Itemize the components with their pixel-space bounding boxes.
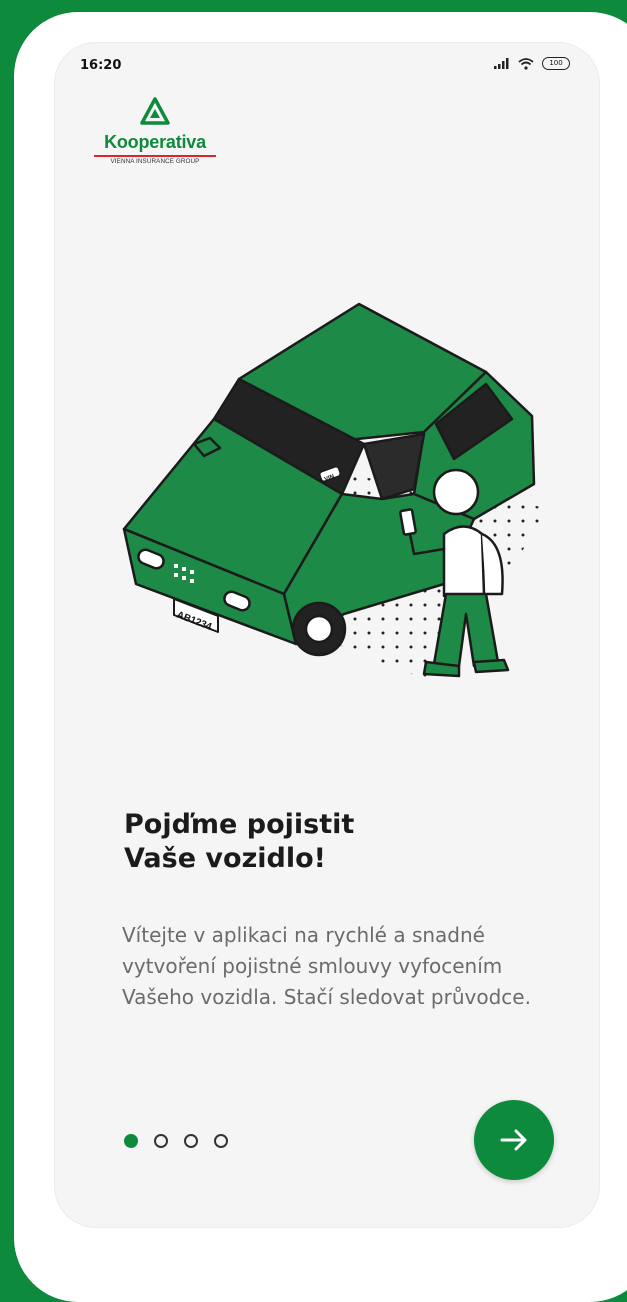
page-indicator [124,1134,228,1148]
title-line-1: Pojďme pojistit [124,809,355,840]
page-dot-3[interactable] [184,1134,198,1148]
page-dot-1[interactable] [124,1134,138,1148]
kooperativa-logo: Kooperativa VIENNA INSURANCE GROUP [94,97,216,165]
logo-underline [94,155,216,157]
title-line-2: Vaše vozidlo! [124,843,326,874]
arrow-right-icon [500,1129,527,1151]
logo-name: Kooperativa [104,132,206,152]
status-time: 16:20 [80,58,122,73]
page-dot-2[interactable] [154,1134,168,1148]
onboarding-title: Pojďme pojistit Vaše vozidlo! [124,808,354,876]
logo-subtitle: VIENNA INSURANCE GROUP [110,158,200,165]
onboarding-description: Vítejte v aplikaci na rychlé a snadné vy… [122,923,531,1009]
logo-mark-icon [140,97,170,125]
app-screen: 16:20 100 Kooperativa VIENNA INSURANCE G… [54,42,600,1228]
next-button[interactable] [474,1100,554,1180]
wifi-icon [518,57,534,70]
page-dot-4[interactable] [214,1134,228,1148]
signal-icon [494,58,509,69]
car-illustration: AB1234 VIN [122,302,554,679]
status-icons: 100 [494,57,570,70]
battery-icon: 100 [542,57,570,70]
